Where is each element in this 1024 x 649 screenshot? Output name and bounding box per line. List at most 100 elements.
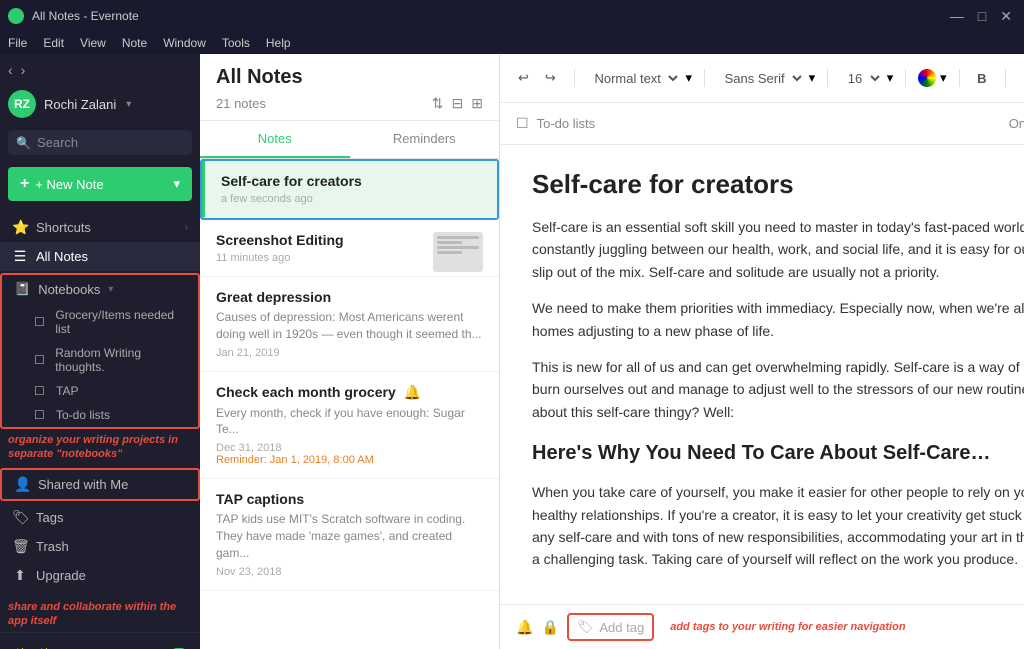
note-item-3[interactable]: Great depression Causes of depression: M… [200,277,499,372]
trash-label: Trash [36,539,188,554]
menu-note[interactable]: Note [122,36,147,50]
body-heading: Here's Why You Need To Care About Self-C… [532,437,1024,469]
font-size-select[interactable]: 16 [840,67,883,90]
color-picker[interactable] [918,69,936,87]
editor-note-header: ☐ To-do lists Only you Share ••• [500,103,1024,145]
menu-edit[interactable]: Edit [43,36,64,50]
all-notes-label: All Notes [36,249,188,264]
maximize-button[interactable]: □ [974,8,990,25]
note-list: Self-care for creators a few seconds ago… [200,159,499,649]
filter-button[interactable]: ⊟ [452,95,464,112]
sidebar-item-all-notes[interactable]: ☰ All Notes [0,242,200,271]
menu-help[interactable]: Help [266,36,291,50]
tags-icon: 🏷 [12,509,28,526]
notebook-grocery[interactable]: ☐ Grocery/Items needed list [22,303,198,341]
minimize-button[interactable]: — [946,8,968,25]
note-item-2[interactable]: Screenshot Editing 11 minutes ago [200,220,499,277]
menu-tools[interactable]: Tools [222,36,250,50]
note-tabs: Notes Reminders [200,121,499,159]
sidebar-item-tags[interactable]: 🏷 Tags [0,503,200,532]
font-select[interactable]: Sans Serif [717,67,805,90]
note-editor-title[interactable]: Self-care for creators [532,169,1024,200]
menu-view[interactable]: View [80,36,106,50]
editor-footer: 🔔 🔒 🏷 Add tag add tags to your writing f… [500,604,1024,649]
nav-back-button[interactable]: ‹ [8,62,13,78]
text-style-group: Normal text ▾ [586,67,692,90]
add-tag-icon: 🏷 [577,619,594,635]
notebook-random-label: Random Writing thoughts. [55,346,186,374]
new-note-dropdown-icon[interactable]: ▾ [173,176,180,192]
notebook-tap[interactable]: ☐ TAP [22,379,198,403]
sidebar-item-upgrade[interactable]: ⬆ Upgrade [0,561,200,590]
star-icon: ⭐ [12,219,28,236]
avatar: RZ [8,90,36,118]
nav-forward-button[interactable]: › [21,62,26,78]
menu-bar: File Edit View Note Window Tools Help [0,32,1024,54]
new-note-button[interactable]: + + New Note ▾ [8,167,192,201]
window-title: All Notes - Evernote [32,9,946,23]
sidebar-item-shared[interactable]: 👤 Shared with Me [2,470,198,499]
redo-button[interactable]: ↪ [539,67,562,89]
notebook-todo[interactable]: ☐ To-do lists [22,403,198,427]
font-group: Sans Serif ▾ [717,67,816,90]
notebook-todo-label: To-do lists [56,408,110,422]
title-bar: All Notes - Evernote — □ ✕ [0,0,1024,32]
upgrade-icon: ⬆ [12,567,28,584]
text-style-dropdown[interactable]: ▾ [685,70,692,86]
user-dropdown-arrow[interactable]: ▾ [126,99,131,110]
notebooks-chevron: ▾ [108,284,113,295]
note-date-1: a few seconds ago [221,193,481,205]
upgrade-label: Upgrade [36,568,188,583]
note-preview-3: Causes of depression: Most Americans wer… [216,309,483,343]
font-size-dropdown[interactable]: ▾ [887,70,894,86]
notebook-tap-label: TAP [56,384,78,398]
search-box[interactable]: 🔍 [8,130,192,155]
window-controls[interactable]: — □ ✕ [946,8,1016,25]
sidebar-footer: ✨ ✨ What's New 3 ✉ ✉ Send feedback « [0,632,200,649]
editor-content[interactable]: Self-care for creators Self-care is an e… [500,145,1024,604]
tab-notes[interactable]: Notes [200,121,350,158]
undo-button[interactable]: ↩ [512,67,535,89]
bold-button[interactable]: B [971,68,992,89]
note-list-meta: 21 notes ⇅ ⊟ ⊞ [216,95,483,112]
color-group: ▾ [918,69,947,87]
avatar-initials: RZ [14,97,30,111]
menu-window[interactable]: Window [163,36,206,50]
font-dropdown[interactable]: ▾ [809,70,816,86]
user-name: Rochi Zalani [44,97,116,112]
note-item-5[interactable]: TAP captions TAP kids use MIT's Scratch … [200,479,499,590]
shared-icon: 👤 [14,476,30,493]
color-dropdown[interactable]: ▾ [940,70,947,86]
note-item-1[interactable]: Self-care for creators a few seconds ago [202,161,497,218]
add-tag-button[interactable]: 🏷 Add tag [567,613,654,641]
sort-button[interactable]: ⇅ [432,95,444,112]
view-toggle-button[interactable]: ⊞ [471,95,483,112]
body-para-3: This is new for all of us and can get ov… [532,356,1024,423]
notebook-grocery-icon: ☐ [34,315,47,329]
user-section[interactable]: RZ Rochi Zalani ▾ [0,86,200,126]
sidebar-nav: ⭐ Shortcuts › ☰ All Notes 📓 Notebooks ▾ [0,213,200,598]
note-title-1: Self-care for creators [221,173,481,189]
close-button[interactable]: ✕ [996,8,1016,25]
tab-reminders[interactable]: Reminders [350,121,500,158]
text-style-select[interactable]: Normal text [586,67,681,90]
tag-lock-icon[interactable]: 🔒 [541,619,558,636]
sidebar-item-trash[interactable]: 🗑 Trash [0,532,200,561]
note-date-4: Dec 31, 2018 [216,442,483,454]
search-input[interactable] [37,135,184,150]
sidebar-item-notebooks[interactable]: 📓 Notebooks ▾ [2,275,198,303]
menu-file[interactable]: File [8,36,27,50]
notebook-random-writing[interactable]: ☐ Random Writing thoughts. [22,341,198,379]
notebook-todo-icon: ☐ [34,408,48,422]
more-button[interactable]: More [1017,68,1024,89]
note-body[interactable]: Self-care is an essential soft skill you… [532,216,1024,571]
whats-new-item[interactable]: ✨ ✨ What's New 3 [8,641,192,649]
note-breadcrumb: To-do lists [537,116,596,131]
note-item-4[interactable]: Check each month grocery 🔔 Every month, … [200,372,499,480]
tag-bell-icon[interactable]: 🔔 [516,619,533,636]
body-para-4: When you take care of yourself, you make… [532,481,1024,571]
note-date-5: Nov 23, 2018 [216,566,483,578]
sidebar-item-shortcuts[interactable]: ⭐ Shortcuts › [0,213,200,242]
note-thumbnail-2 [433,232,483,272]
only-you-text: Only you [1009,116,1024,131]
